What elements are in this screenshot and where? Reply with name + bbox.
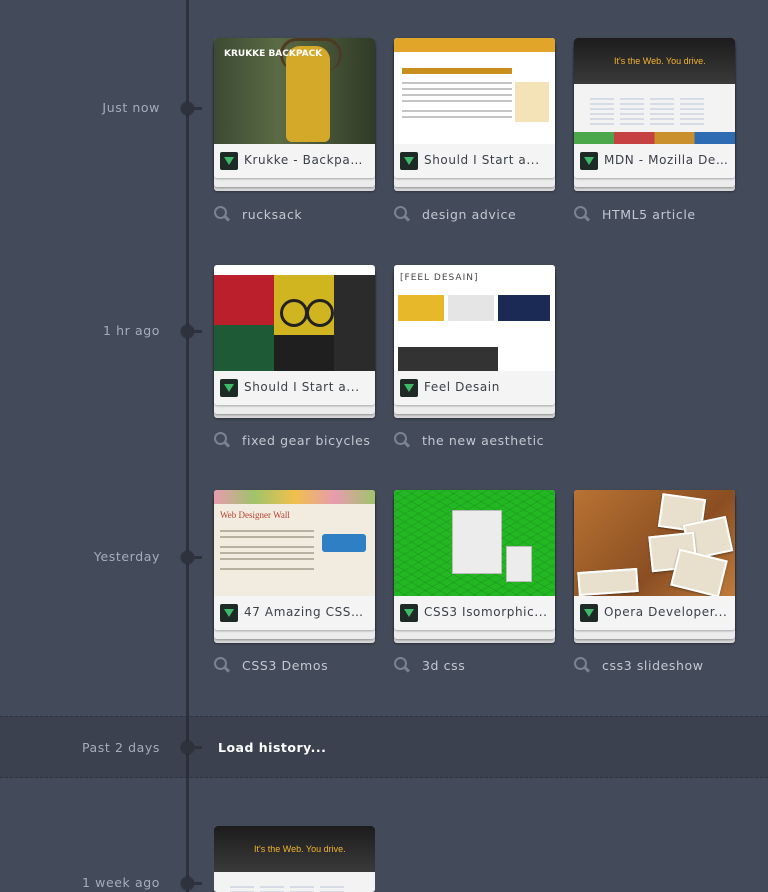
time-label-just-now: Just now [102, 100, 160, 115]
search-query-html5-article[interactable]: HTML5 article [574, 204, 696, 224]
time-label-yesterday: Yesterday [93, 549, 160, 564]
page-thumbnail: It's the Web. You drive. [574, 38, 735, 144]
site-favicon-icon [580, 152, 598, 170]
site-favicon-icon [220, 152, 238, 170]
search-icon [394, 657, 410, 673]
page-thumbnail: It's the Web. You drive. [214, 826, 375, 892]
history-card-css3-animation[interactable]: Web Designer Wall 47 Amazing CSS3... [214, 490, 375, 643]
timeline-dot [181, 325, 202, 338]
time-label-past-2-days: Past 2 days [81, 740, 160, 755]
search-query-css3-demos[interactable]: CSS3 Demos [214, 655, 328, 675]
timeline-dot [181, 102, 202, 115]
search-icon [214, 657, 230, 673]
history-card-mdn[interactable]: It's the Web. You drive. MDN - Mozilla D… [574, 38, 735, 191]
card-title: Should I Start a... [244, 380, 360, 394]
site-favicon-icon [580, 604, 598, 622]
site-favicon-icon [400, 152, 418, 170]
page-thumbnail [574, 490, 735, 596]
site-favicon-icon [400, 604, 418, 622]
search-query-design-advice[interactable]: design advice [394, 204, 516, 224]
history-card-mdn-older[interactable]: It's the Web. You drive. [214, 826, 375, 892]
search-icon [574, 657, 590, 673]
timeline-dot [181, 551, 202, 564]
page-thumbnail: [FEEL DESAIN] [394, 265, 555, 371]
history-card-republic[interactable]: Should I Start a... [214, 265, 375, 418]
history-card-mule[interactable]: Should I Start a... [394, 38, 555, 191]
page-thumbnail: KRUKKE BACKPACK [214, 38, 375, 144]
search-query-the-new-aesthetic[interactable]: the new aesthetic [394, 430, 544, 450]
search-icon [574, 206, 590, 222]
search-query-rucksack[interactable]: rucksack [214, 204, 302, 224]
card-title: MDN - Mozilla De... [604, 153, 729, 167]
search-icon [214, 206, 230, 222]
timeline-dot [181, 877, 202, 890]
page-thumbnail [394, 490, 555, 596]
site-favicon-icon [220, 604, 238, 622]
search-query-fixed-gear-bicycles[interactable]: fixed gear bicycles [214, 430, 371, 450]
search-icon [394, 206, 410, 222]
load-history-link[interactable]: Load history... [218, 740, 326, 755]
search-icon [394, 432, 410, 448]
time-label-1-hr-ago: 1 hr ago [102, 323, 160, 338]
site-favicon-icon [220, 379, 238, 397]
card-title: CSS3 Isomorphic... [424, 605, 548, 619]
history-card-krukke[interactable]: KRUKKE BACKPACK Krukke - Backpack... [214, 38, 375, 191]
page-thumbnail: Web Designer Wall [214, 490, 375, 596]
history-card-opera-developer[interactable]: Opera Developer... [574, 490, 735, 643]
history-card-css3-isomorphic[interactable]: CSS3 Isomorphic... [394, 490, 555, 643]
history-card-feel-desain[interactable]: [FEEL DESAIN] Feel Desain [394, 265, 555, 418]
card-title: Feel Desain [424, 380, 500, 394]
card-title: Should I Start a... [424, 153, 540, 167]
search-query-css3-slideshow[interactable]: css3 slideshow [574, 655, 704, 675]
card-title: Krukke - Backpack... [244, 153, 369, 167]
search-icon [214, 432, 230, 448]
card-title: Opera Developer... [604, 605, 728, 619]
search-query-3d-css[interactable]: 3d css [394, 655, 465, 675]
site-favicon-icon [400, 379, 418, 397]
card-title: 47 Amazing CSS3... [244, 605, 369, 619]
page-thumbnail [214, 265, 375, 371]
time-label-1-week-ago: 1 week ago [82, 875, 160, 890]
page-thumbnail [394, 38, 555, 144]
timeline-dot [181, 741, 202, 754]
